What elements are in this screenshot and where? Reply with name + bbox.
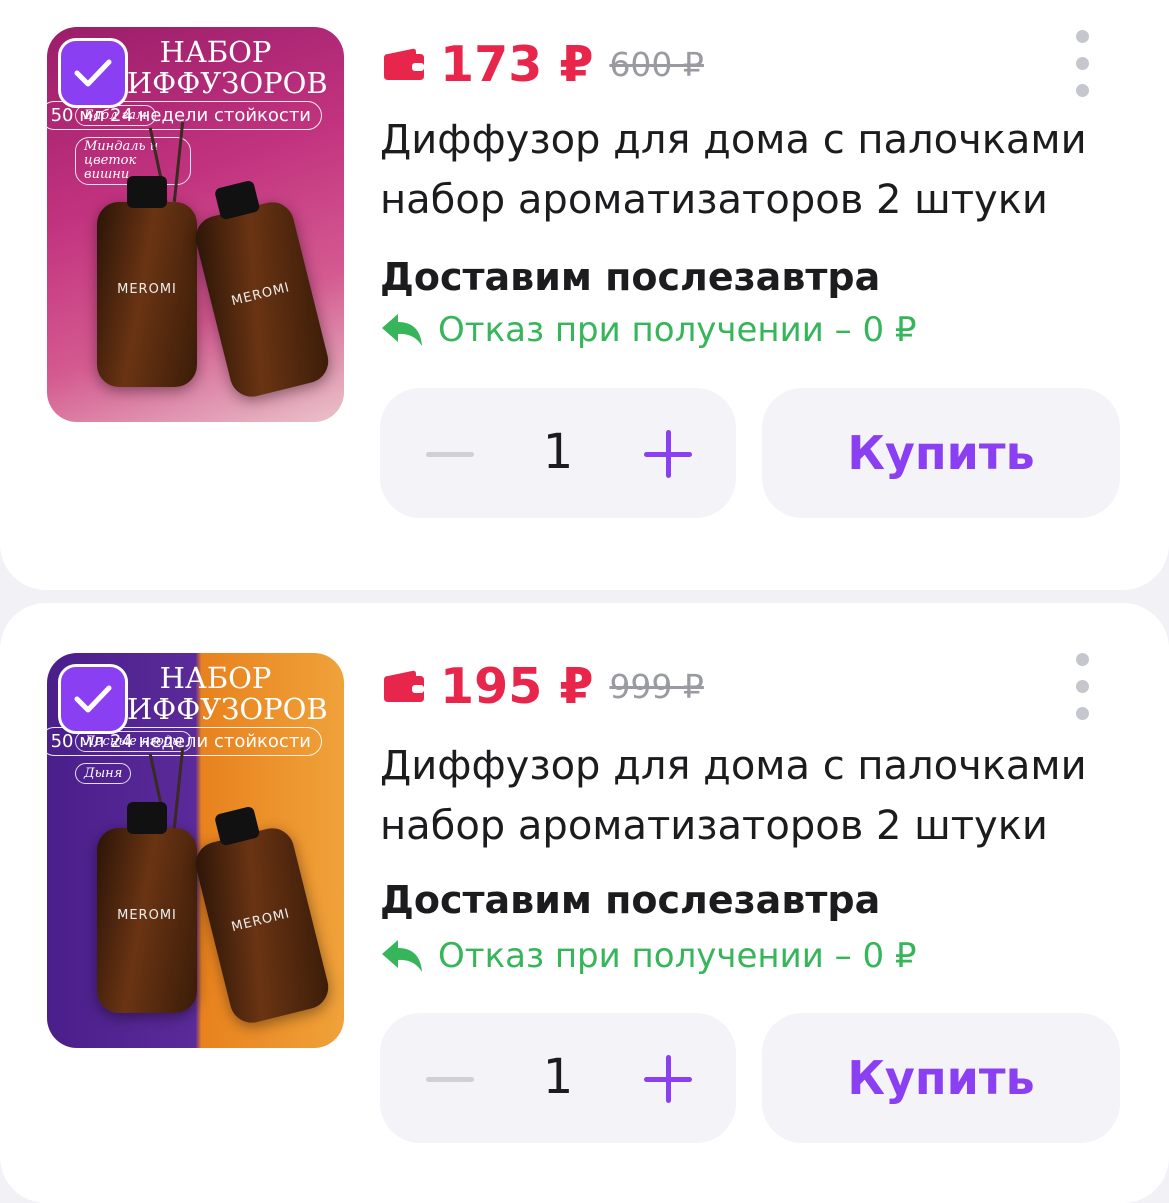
quantity-value: 1 xyxy=(542,1049,574,1105)
price-row: 195 ₽ 999 ₽ xyxy=(382,656,704,716)
bottle-label: MEROMI xyxy=(117,282,177,297)
bottle-label: MEROMI xyxy=(229,906,292,936)
current-price: 195 ₽ xyxy=(440,657,594,715)
increment-button[interactable] xyxy=(638,424,698,484)
image-chip: Дыня xyxy=(75,763,132,784)
old-price: 999 ₽ xyxy=(609,666,704,706)
decrement-button[interactable] xyxy=(420,424,480,484)
delivery-info: Доставим послезавтра xyxy=(380,878,881,922)
buy-button[interactable]: Купить xyxy=(762,1013,1120,1143)
decrement-button[interactable] xyxy=(420,1049,480,1109)
price-row: 173 ₽ 600 ₽ xyxy=(382,34,704,94)
product-card[interactable]: НАБОР ДИФФУЗОРОВ Лесные ягоды Дыня 50 мл… xyxy=(0,603,1169,1203)
refund-text: Отказ при получении – 0 ₽ xyxy=(438,310,917,350)
bottle-label: MEROMI xyxy=(229,280,292,310)
more-options-icon[interactable] xyxy=(1067,30,1097,100)
product-title[interactable]: Диффузор для дома с палочками набор аром… xyxy=(380,736,1120,856)
product-title[interactable]: Диффузор для дома с палочками набор аром… xyxy=(380,110,1120,230)
product-image[interactable]: НАБОР ДИФФУЗОРОВ Лесные ягоды Дыня 50 мл… xyxy=(47,653,344,1048)
old-price: 600 ₽ xyxy=(609,44,704,84)
quantity-stepper: 1 xyxy=(380,388,736,518)
checkmark-icon xyxy=(74,59,112,87)
quantity-value: 1 xyxy=(542,424,574,480)
quantity-stepper: 1 xyxy=(380,1013,736,1143)
increment-button[interactable] xyxy=(638,1049,698,1109)
checkmark-icon xyxy=(74,685,112,713)
refund-info: Отказ при получении – 0 ₽ xyxy=(380,310,917,350)
product-image[interactable]: НАБОР ДИФФУЗОРОВ Бабл гам Миндаль и цвет… xyxy=(47,27,344,422)
refund-text: Отказ при получении – 0 ₽ xyxy=(438,936,917,976)
return-arrow-icon xyxy=(382,314,422,346)
buy-button[interactable]: Купить xyxy=(762,388,1120,518)
refund-info: Отказ при получении – 0 ₽ xyxy=(380,936,917,976)
return-arrow-icon xyxy=(382,940,422,972)
product-card[interactable]: НАБОР ДИФФУЗОРОВ Бабл гам Миндаль и цвет… xyxy=(0,0,1169,590)
more-options-icon[interactable] xyxy=(1067,653,1097,723)
delivery-info: Доставим послезавтра xyxy=(380,255,881,299)
select-checkbox[interactable] xyxy=(58,38,128,108)
select-checkbox[interactable] xyxy=(58,664,128,734)
wallet-icon xyxy=(384,670,424,702)
bottle: MEROMI xyxy=(97,176,197,387)
bottle-label: MEROMI xyxy=(117,908,177,923)
wallet-icon xyxy=(384,48,424,80)
bottle: MEROMI xyxy=(97,802,197,1013)
current-price: 173 ₽ xyxy=(440,35,594,93)
